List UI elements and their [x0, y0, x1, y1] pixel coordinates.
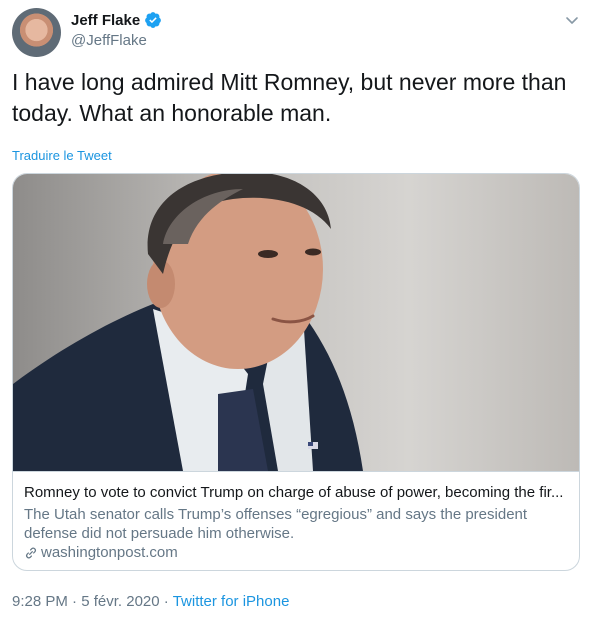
avatar[interactable]: [12, 8, 61, 57]
tweet-time[interactable]: 9:28 PM: [12, 593, 68, 610]
tweet-source-link[interactable]: Twitter for iPhone: [173, 593, 290, 610]
card-title[interactable]: Romney to vote to convict Trump on charg…: [24, 484, 569, 501]
meta-separator-2: ·: [159, 593, 173, 610]
author-name[interactable]: Jeff Flake: [71, 12, 140, 29]
card-image[interactable]: [13, 174, 579, 471]
card-description: The Utah senator calls Trump’s offenses …: [24, 506, 528, 542]
link-card[interactable]: Romney to vote to convict Trump on charg…: [12, 173, 580, 571]
meta-separator: ·: [67, 593, 82, 610]
card-domain: washingtonpost.com: [41, 544, 178, 561]
tweet-metadata: 9:28 PM · 5 févr. 2020 · Twitter for iPh…: [12, 593, 289, 610]
chevron-down-icon[interactable]: [564, 12, 580, 28]
tweet-date[interactable]: 5 févr. 2020: [81, 593, 159, 610]
author-name-row[interactable]: Jeff Flake: [71, 11, 162, 29]
translate-tweet-link[interactable]: Traduire le Tweet: [12, 148, 112, 163]
card-body[interactable]: Romney to vote to convict Trump on charg…: [13, 471, 579, 561]
verified-badge-icon: [145, 12, 162, 28]
card-photo-illustration: [13, 174, 363, 471]
tweet-text: I have long admired Mitt Romney, but nev…: [12, 69, 567, 126]
card-domain-row[interactable]: washingtonpost.com: [24, 544, 178, 561]
tweet: Jeff Flake @JeffFlake I have long admire…: [0, 0, 591, 619]
link-icon: [26, 547, 36, 558]
author-handle[interactable]: @JeffFlake: [71, 32, 147, 49]
